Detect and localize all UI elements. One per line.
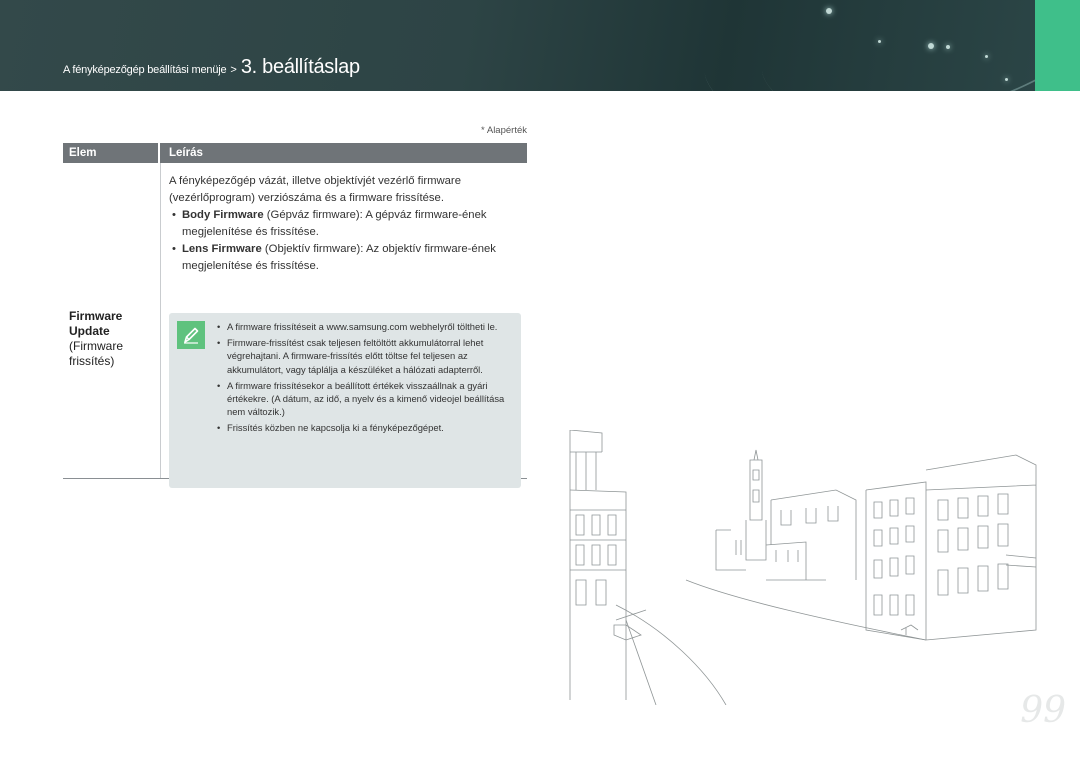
default-value-note: * Alapérték xyxy=(481,125,527,136)
description-bullet: Body Firmware (Gépváz firmware): A gépvá… xyxy=(169,207,519,241)
breadcrumb-separator: > xyxy=(230,64,237,76)
note-box: A firmware frissítéseit a www.samsung.co… xyxy=(169,313,521,488)
settings-table: Elem Leírás Firmware Update (Firmware fr… xyxy=(63,143,527,488)
side-tab[interactable] xyxy=(1035,0,1080,91)
column-header-elem: Elem xyxy=(63,143,160,163)
description-cell: A fényképezőgép vázát, illetve objektívj… xyxy=(169,173,519,275)
description-bullet: Lens Firmware (Objektív firmware): Az ob… xyxy=(169,241,519,275)
note-item: Frissítés közben ne kapcsolja ki a fényk… xyxy=(217,421,515,434)
note-list: A firmware frissítéseit a www.samsung.co… xyxy=(217,320,515,438)
column-divider xyxy=(160,163,161,478)
sparkle-icon xyxy=(1005,78,1008,81)
sparkle-icon xyxy=(985,55,988,58)
table-row: Firmware Update (Firmware frissítés) A f… xyxy=(63,163,527,488)
bullet-term: Body Firmware xyxy=(182,209,264,221)
bullet-term: Lens Firmware xyxy=(182,243,262,255)
city-canal-illustration xyxy=(569,430,1037,705)
page-number: 99 xyxy=(1020,690,1066,731)
page-header: A fényképezőgép beállítási menüje > 3. b… xyxy=(0,0,1035,91)
sparkle-icon xyxy=(946,45,950,49)
table-header: Elem Leírás xyxy=(63,143,527,163)
pencil-note-icon xyxy=(177,321,205,349)
sparkle-icon xyxy=(878,40,881,43)
column-header-desc: Leírás xyxy=(169,147,203,159)
sparkle-icon xyxy=(928,43,934,49)
sparkle-icon xyxy=(826,8,832,14)
elem-name: Firmware Update xyxy=(69,309,123,338)
elem-cell: Firmware Update (Firmware frissítés) xyxy=(69,309,149,369)
note-item: A firmware frissítéseit a www.samsung.co… xyxy=(217,320,515,333)
description-intro: A fényképezőgép vázát, illetve objektívj… xyxy=(169,175,461,204)
page-title: 3. beállításlap xyxy=(240,56,360,78)
breadcrumb-section[interactable]: A fényképezőgép beállítási menüje xyxy=(63,64,227,76)
breadcrumb: A fényképezőgép beállítási menüje > 3. b… xyxy=(63,56,360,79)
elem-subtitle: (Firmware frissítés) xyxy=(69,339,123,368)
note-item: Firmware-frissítést csak teljesen feltöl… xyxy=(217,336,515,376)
note-item: A firmware frissítésekor a beállított ér… xyxy=(217,379,515,419)
